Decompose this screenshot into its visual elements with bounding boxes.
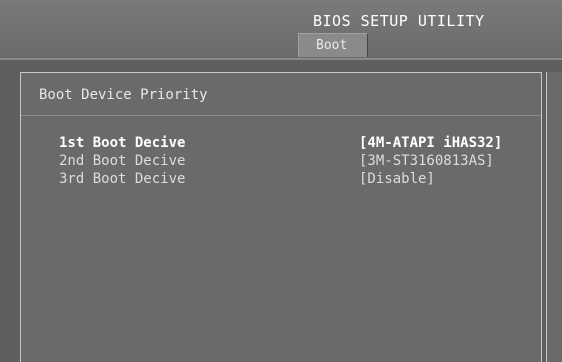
tab-boot[interactable]: Boot [298, 33, 368, 57]
section-divider [21, 115, 541, 116]
bios-title: BIOS SETUP UTILITY [313, 12, 485, 30]
boot-device-value: [Disable] [359, 171, 435, 187]
tab-underline [0, 58, 562, 60]
boot-device-row-3[interactable]: 3rd Boot Decive [Disable] [59, 171, 529, 189]
tab-boot-label: Boot [316, 38, 348, 53]
section-title: Boot Device Priority [39, 87, 208, 103]
boot-device-label: 1st Boot Decive [59, 135, 186, 151]
boot-device-label: 2nd Boot Decive [59, 153, 186, 169]
boot-device-value: [3M-ST3160813AS] [359, 153, 494, 169]
boot-device-value: [4M-ATAPI iHAS32] [359, 135, 503, 151]
boot-device-row-2[interactable]: 2nd Boot Decive [3M-ST3160813AS] [59, 153, 529, 171]
boot-device-priority-panel: Boot Device Priority 1st Boot Decive [4M… [20, 72, 542, 362]
help-panel [546, 72, 562, 362]
bios-screen: BIOS SETUP UTILITY Boot Boot Device Prio… [0, 0, 562, 362]
bios-header-bar: BIOS SETUP UTILITY Boot [0, 0, 562, 58]
boot-device-label: 3rd Boot Decive [59, 171, 186, 187]
boot-device-row-1[interactable]: 1st Boot Decive [4M-ATAPI iHAS32] [59, 135, 529, 153]
